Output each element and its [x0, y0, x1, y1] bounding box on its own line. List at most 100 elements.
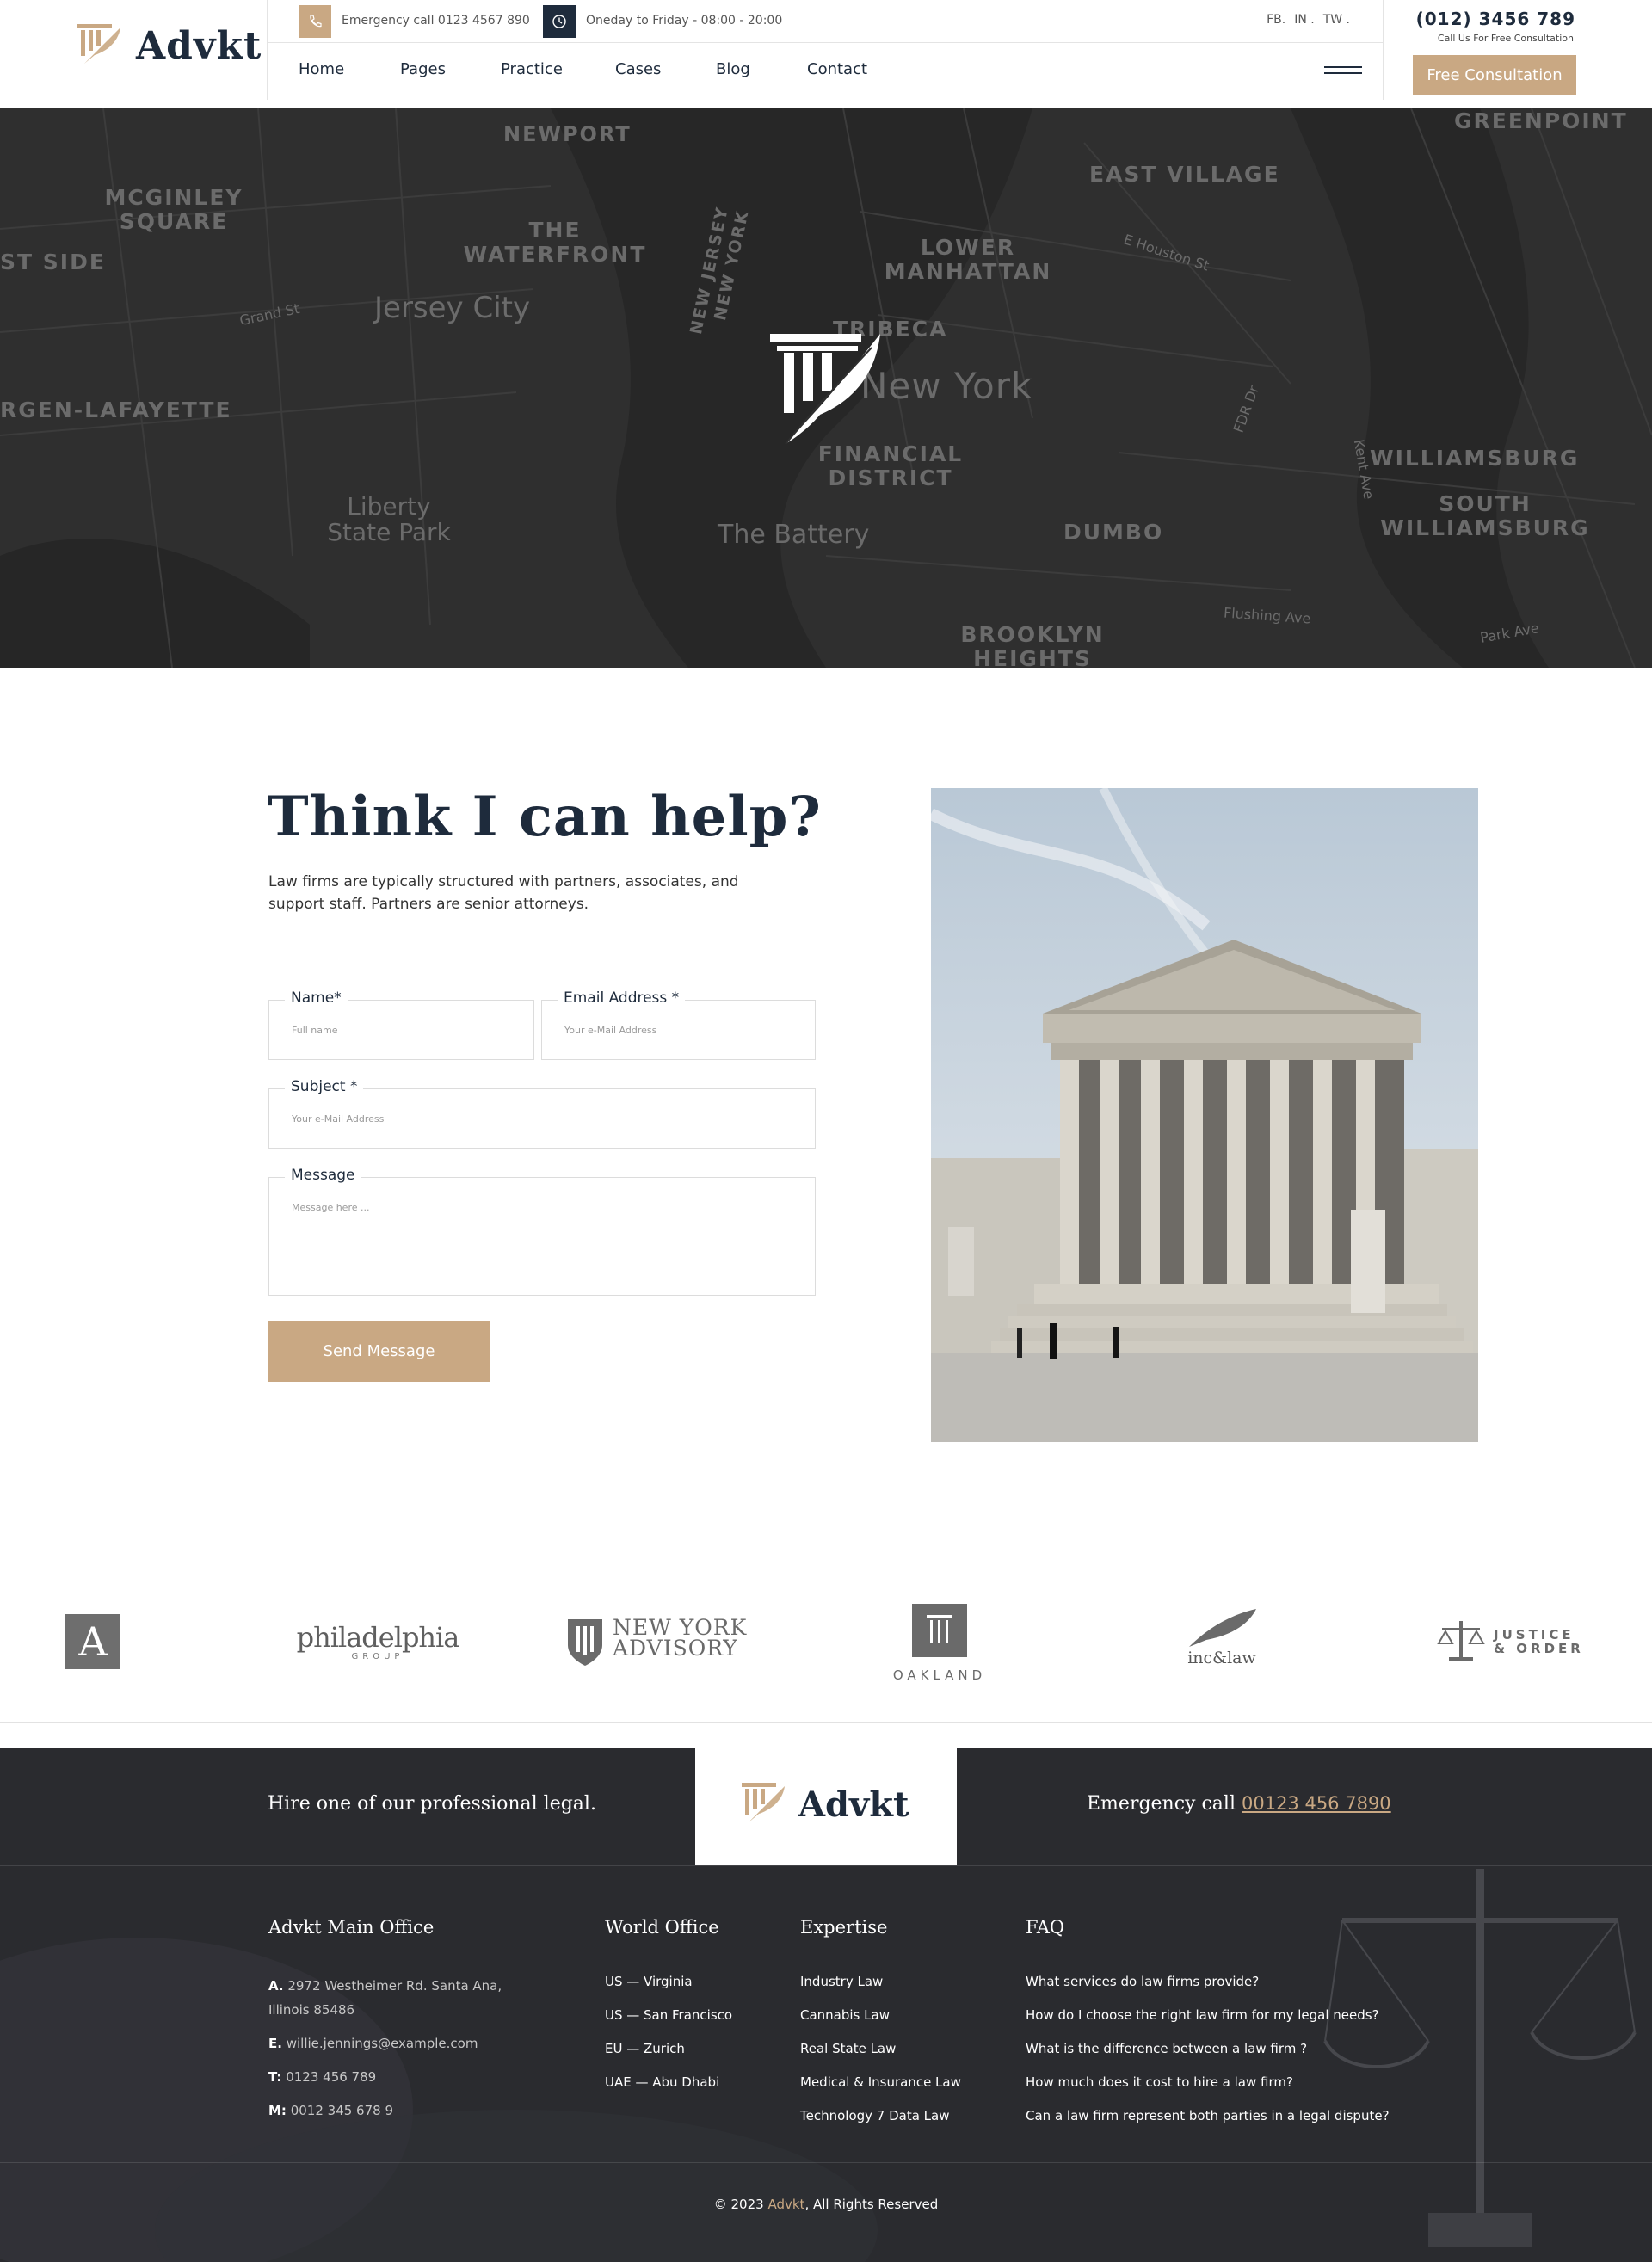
nav-cases[interactable]: Cases: [615, 60, 661, 78]
footer-world-heading: World Office: [605, 1917, 719, 1938]
footer-world-item[interactable]: UAE — Abu Dhabi: [605, 2074, 732, 2090]
footer-brand-name: Advkt: [798, 1784, 909, 1825]
nav-pages[interactable]: Pages: [400, 60, 446, 78]
email-field[interactable]: Email Address * Your e-Mail Address: [541, 989, 816, 1060]
instagram-link[interactable]: IN .: [1294, 13, 1315, 27]
footer-expertise-heading: Expertise: [800, 1917, 888, 1938]
footer-world-item[interactable]: EU — Zurich: [605, 2041, 732, 2056]
map-label: EAST VILLAGE: [1089, 162, 1280, 187]
footer-faq-item[interactable]: How much does it cost to hire a law firm…: [1026, 2074, 1390, 2090]
map-label: FINANCIAL DISTRICT: [817, 441, 964, 490]
partner-logo-justice-order[interactable]: JUSTICE & ORDER: [1437, 1619, 1600, 1667]
footer-address: A. 2972 Westheimer Rd. Santa Ana, Illino…: [268, 1978, 502, 2018]
map-label: DUMBO: [1063, 520, 1164, 545]
pillar-quill-icon: [742, 1783, 785, 1822]
scales-icon: [1437, 1621, 1485, 1661]
header-phone-sub: Call Us For Free Consultation: [1437, 33, 1574, 44]
footer-email[interactable]: E. willie.jennings@example.com: [268, 2031, 535, 2056]
map-label: New York: [860, 365, 1033, 407]
footer-tagline: Hire one of our professional legal.: [268, 1793, 596, 1815]
header-contact: (012) 3456 789 Call Us For Free Consulta…: [1383, 0, 1652, 100]
nav-home[interactable]: Home: [299, 60, 344, 78]
footer-faq-heading: FAQ: [1026, 1917, 1065, 1938]
emergency-call-text[interactable]: Emergency call 0123 4567 890: [342, 14, 530, 28]
footer-expertise-item[interactable]: Cannabis Law: [800, 2007, 961, 2023]
nav-practice[interactable]: Practice: [501, 60, 563, 78]
footer-expertise-item[interactable]: Technology 7 Data Law: [800, 2108, 961, 2123]
footer-expertise-list: Industry Law Cannabis Law Real State Law…: [800, 1974, 961, 2142]
map-label: Jersey City: [374, 291, 531, 325]
copyright-brand-link[interactable]: Advkt: [767, 2197, 804, 2212]
partner-logo-new-york-advisory[interactable]: NEW YORK ADVISORY: [566, 1616, 755, 1671]
subject-field[interactable]: Subject * Your e-Mail Address: [268, 1078, 816, 1149]
map-label: Liberty State Park: [327, 492, 451, 546]
free-consultation-button[interactable]: Free Consultation: [1413, 55, 1576, 95]
map-label: WILLIAMSBURG: [1370, 446, 1580, 471]
name-field[interactable]: Name* Full name: [268, 989, 534, 1060]
footer-faq-item[interactable]: Can a law firm represent both parties in…: [1026, 2108, 1390, 2123]
footer-faq-item[interactable]: What services do law firms provide?: [1026, 1974, 1390, 1989]
feather-icon: [1189, 1609, 1256, 1647]
opening-hours-text: Oneday to Friday - 08:00 - 20:00: [586, 14, 783, 28]
clock-icon: [543, 5, 576, 38]
subject-label: Subject *: [285, 1078, 364, 1095]
contact-title: Think I can help?: [268, 785, 822, 849]
footer-world-list: US — Virginia US — San Francisco EU — Zu…: [605, 1974, 732, 2108]
courthouse-photo: [931, 788, 1478, 1442]
map-label: The Battery: [718, 520, 870, 550]
nav-contact[interactable]: Contact: [807, 60, 867, 78]
partner-logo-a[interactable]: A: [65, 1614, 120, 1669]
map-label: ST SIDE: [0, 250, 106, 274]
footer-office-details: A. 2972 Westheimer Rd. Santa Ana, Illino…: [268, 1974, 535, 2132]
partner-logo-philadelphia[interactable]: philadelphia GROUP: [296, 1621, 460, 1661]
footer-world-item[interactable]: US — Virginia: [605, 1974, 732, 1989]
message-field[interactable]: Message Message here ...: [268, 1167, 816, 1296]
subject-placeholder: Your e-Mail Address: [292, 1113, 385, 1125]
twitter-link[interactable]: TW .: [1323, 13, 1350, 27]
pillar-icon: [927, 1615, 952, 1643]
footer-faq-item[interactable]: How do I choose the right law firm for m…: [1026, 2007, 1390, 2023]
site-footer: Hire one of our professional legal. Advk…: [0, 1748, 1652, 2262]
footer-expertise-item[interactable]: Real State Law: [800, 2041, 961, 2056]
footer-faq-item[interactable]: What is the difference between a law fir…: [1026, 2041, 1390, 2056]
send-message-button[interactable]: Send Message: [268, 1321, 490, 1382]
message-placeholder: Message here ...: [292, 1202, 370, 1213]
email-placeholder: Your e-Mail Address: [564, 1025, 657, 1036]
nav-blog[interactable]: Blog: [716, 60, 750, 78]
shield-icon: [568, 1619, 602, 1666]
footer-emergency: Emergency call 00123 456 7890: [1087, 1793, 1391, 1815]
pillar-quill-emblem-icon: [770, 334, 880, 445]
footer-world-item[interactable]: US — San Francisco: [605, 2007, 732, 2023]
menu-icon[interactable]: [1324, 66, 1362, 77]
footer-expertise-item[interactable]: Industry Law: [800, 1974, 961, 1989]
top-bar: Emergency call 0123 4567 890 Oneday to F…: [268, 0, 1383, 43]
map-label: RGEN-LAFAYETTE: [0, 398, 232, 422]
site-header: Advkt Emergency call 0123 4567 890 Oneda…: [0, 0, 1652, 108]
map-label: BROOKLYN HEIGHTS: [960, 622, 1105, 669]
footer-emergency-number[interactable]: 00123 456 7890: [1242, 1793, 1391, 1814]
header-phone[interactable]: (012) 3456 789: [1416, 9, 1575, 29]
map-label: GREENPOINT: [1454, 108, 1628, 133]
map-label: SOUTH WILLIAMSBURG: [1380, 491, 1590, 540]
footer-logo[interactable]: Advkt: [695, 1748, 957, 1865]
facebook-link[interactable]: FB.: [1267, 13, 1285, 27]
partner-logo-inc-law[interactable]: inc&law: [1179, 1607, 1265, 1667]
map-label: THE WATERFRONT: [463, 218, 647, 267]
contact-description: Law firms are typically structured with …: [268, 873, 739, 913]
footer-telephone[interactable]: T: 0123 456 789: [268, 2065, 535, 2089]
map-label: MCGINLEY SQUARE: [104, 185, 243, 234]
main-nav: Home Pages Practice Cases Blog Contact: [268, 43, 1383, 100]
partner-logo-oakland[interactable]: OAKLAND: [888, 1604, 991, 1683]
name-label: Name*: [285, 989, 348, 1007]
map-label: NEWPORT: [503, 122, 632, 146]
brand-name: Advkt: [136, 24, 262, 68]
partner-logos: A philadelphia GROUP NEW YORK ADVISORY O…: [0, 1562, 1652, 1723]
footer-expertise-item[interactable]: Medical & Insurance Law: [800, 2074, 961, 2090]
email-label: Email Address *: [558, 989, 686, 1007]
phone-icon: [299, 5, 331, 38]
logo[interactable]: Advkt: [0, 0, 268, 100]
footer-office-heading: Advkt Main Office: [268, 1917, 435, 1938]
footer-mobile[interactable]: M: 0012 345 678 9: [268, 2099, 535, 2123]
social-links: FB. IN . TW .: [1267, 13, 1350, 27]
message-label: Message: [285, 1167, 361, 1184]
